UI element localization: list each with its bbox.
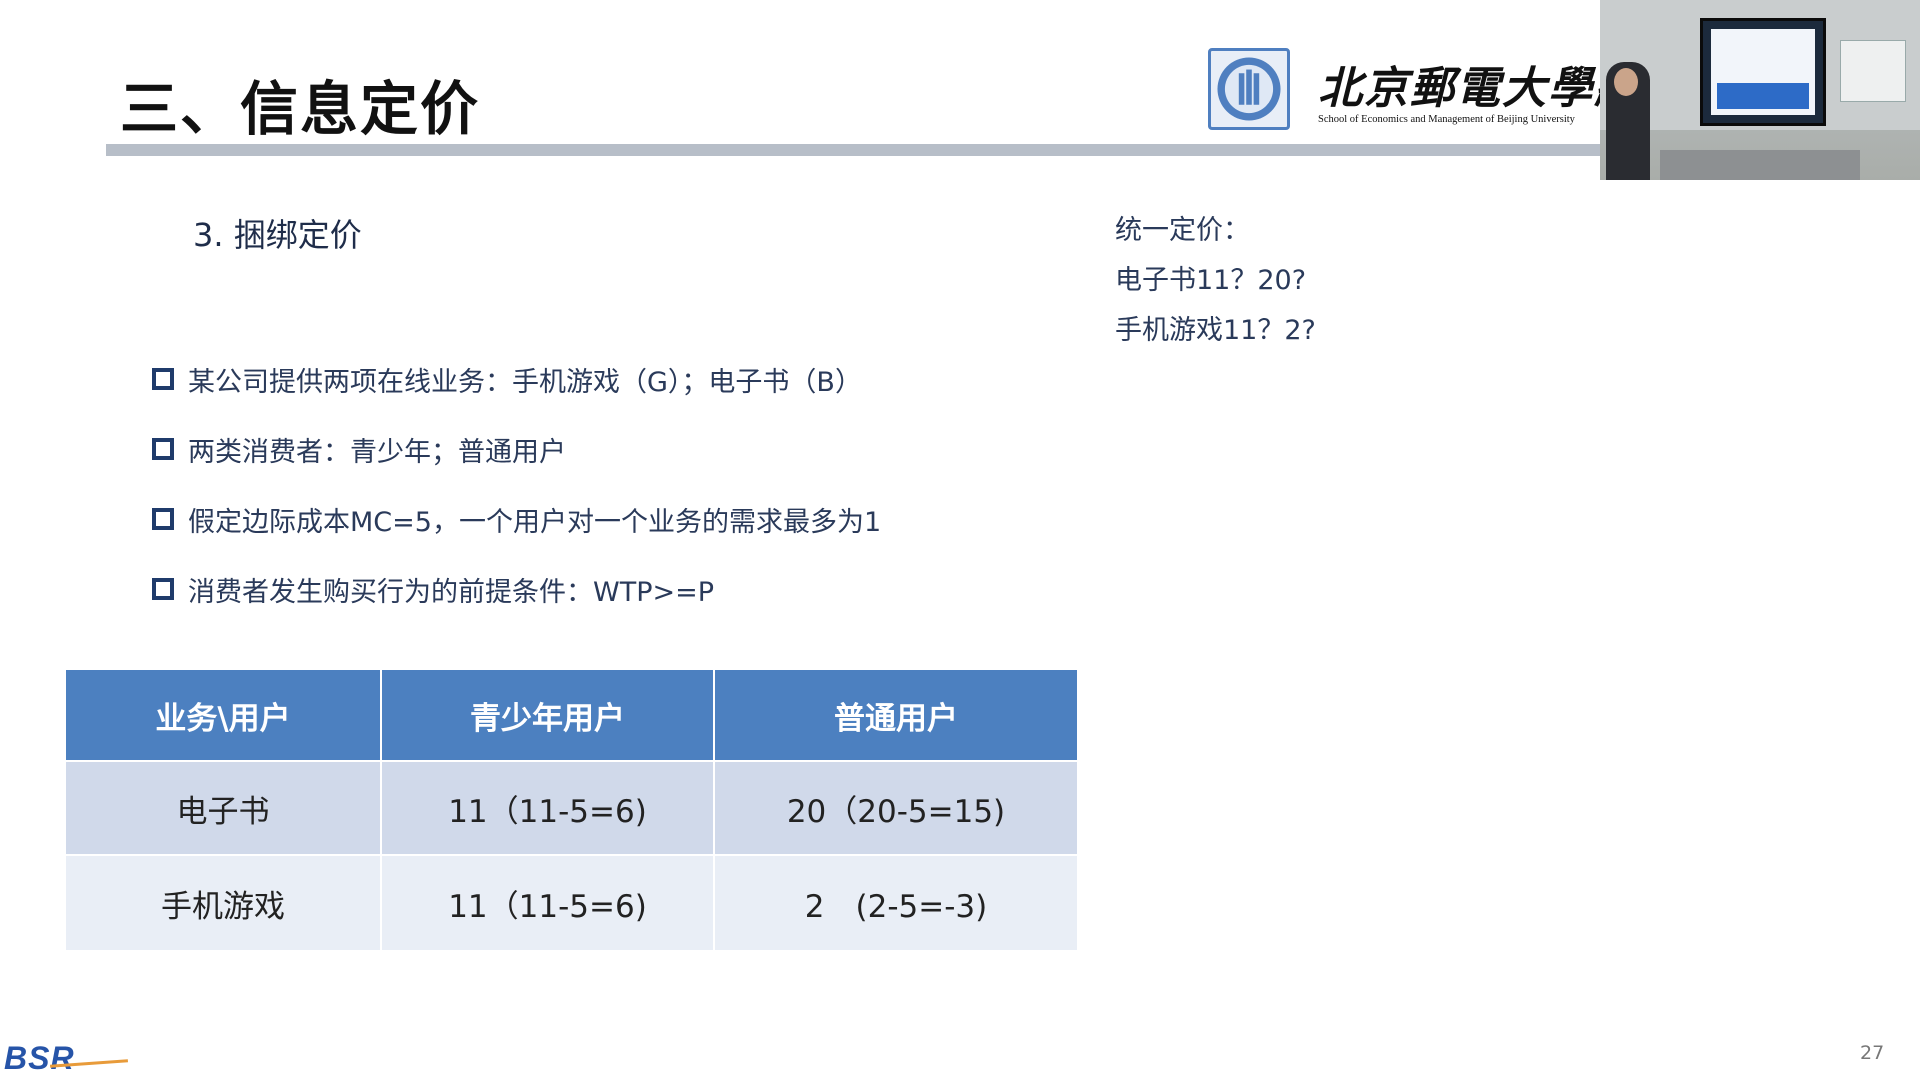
- page-number: 27: [1860, 1042, 1885, 1064]
- title-divider: [106, 144, 1606, 156]
- bullet-text: 某公司提供两项在线业务：手机游戏（G）；电子书（B）: [188, 366, 862, 398]
- hollow-square-icon: [152, 578, 174, 600]
- bullet-text: 两类消费者：青少年；普通用户: [188, 436, 566, 468]
- pricing-notes: 统一定价： 电子书11？20? 手机游戏11？2?: [1115, 206, 1316, 356]
- hollow-square-icon: [152, 508, 174, 530]
- note-line: 统一定价：: [1115, 215, 1250, 246]
- table-header-cell: 业务\用户: [64, 668, 382, 762]
- wtp-table: 业务\用户 青少年用户 普通用户 电子书 11（11-5=6) 20（20-5=…: [64, 668, 1079, 952]
- note-line: 电子书11？20?: [1115, 265, 1307, 296]
- table-cell: 2 (2-5=-3): [713, 854, 1079, 952]
- university-name-cn: 北京郵電大學經濟: [1318, 63, 1600, 114]
- slide-title: 三、信息定价: [120, 75, 481, 143]
- presenter-camera-feed: [1600, 0, 1920, 180]
- bullet-item: 消费者发生购买行为的前提条件：WTP>=P: [152, 554, 881, 624]
- camera-whiteboard: [1840, 40, 1906, 102]
- university-seal-icon: [1208, 48, 1290, 130]
- hollow-square-icon: [152, 368, 174, 390]
- table-cell: 20（20-5=15): [713, 760, 1079, 856]
- camera-display-screen: [1700, 18, 1826, 126]
- table-cell: 电子书: [64, 760, 382, 856]
- university-name-en: School of Economics and Management of Be…: [1318, 114, 1575, 125]
- table-header-cell: 普通用户: [713, 668, 1079, 762]
- table-cell: 手机游戏: [64, 854, 382, 952]
- table-header-row: 业务\用户 青少年用户 普通用户: [64, 668, 1079, 762]
- table-row: 电子书 11（11-5=6) 20（20-5=15): [64, 760, 1079, 856]
- bullet-text: 假定边际成本MC=5，一个用户对一个业务的需求最多为1: [188, 506, 882, 538]
- camera-screen-chart: [1717, 83, 1809, 109]
- bullet-text: 消费者发生购买行为的前提条件：WTP>=P: [188, 576, 714, 608]
- table-cell: 11（11-5=6): [380, 760, 715, 856]
- bullet-item: 两类消费者：青少年；普通用户: [152, 414, 881, 484]
- camera-presenter-head: [1614, 68, 1638, 96]
- section-subheading: 3. 捆绑定价: [193, 216, 362, 254]
- bullet-item: 某公司提供两项在线业务：手机游戏（G）；电子书（B）: [152, 344, 881, 414]
- table-row: 手机游戏 11（11-5=6) 2 (2-5=-3): [64, 854, 1079, 952]
- table-header-cell: 青少年用户: [380, 668, 715, 762]
- hollow-square-icon: [152, 438, 174, 460]
- bsr-logo: BSR: [4, 1040, 75, 1076]
- bullet-item: 假定边际成本MC=5，一个用户对一个业务的需求最多为1: [152, 484, 881, 554]
- bullet-list: 某公司提供两项在线业务：手机游戏（G）；电子书（B） 两类消费者：青少年；普通用…: [152, 344, 881, 624]
- table-cell: 11（11-5=6): [380, 854, 715, 952]
- note-line: 手机游戏11？2?: [1115, 315, 1316, 346]
- camera-desk: [1660, 150, 1860, 180]
